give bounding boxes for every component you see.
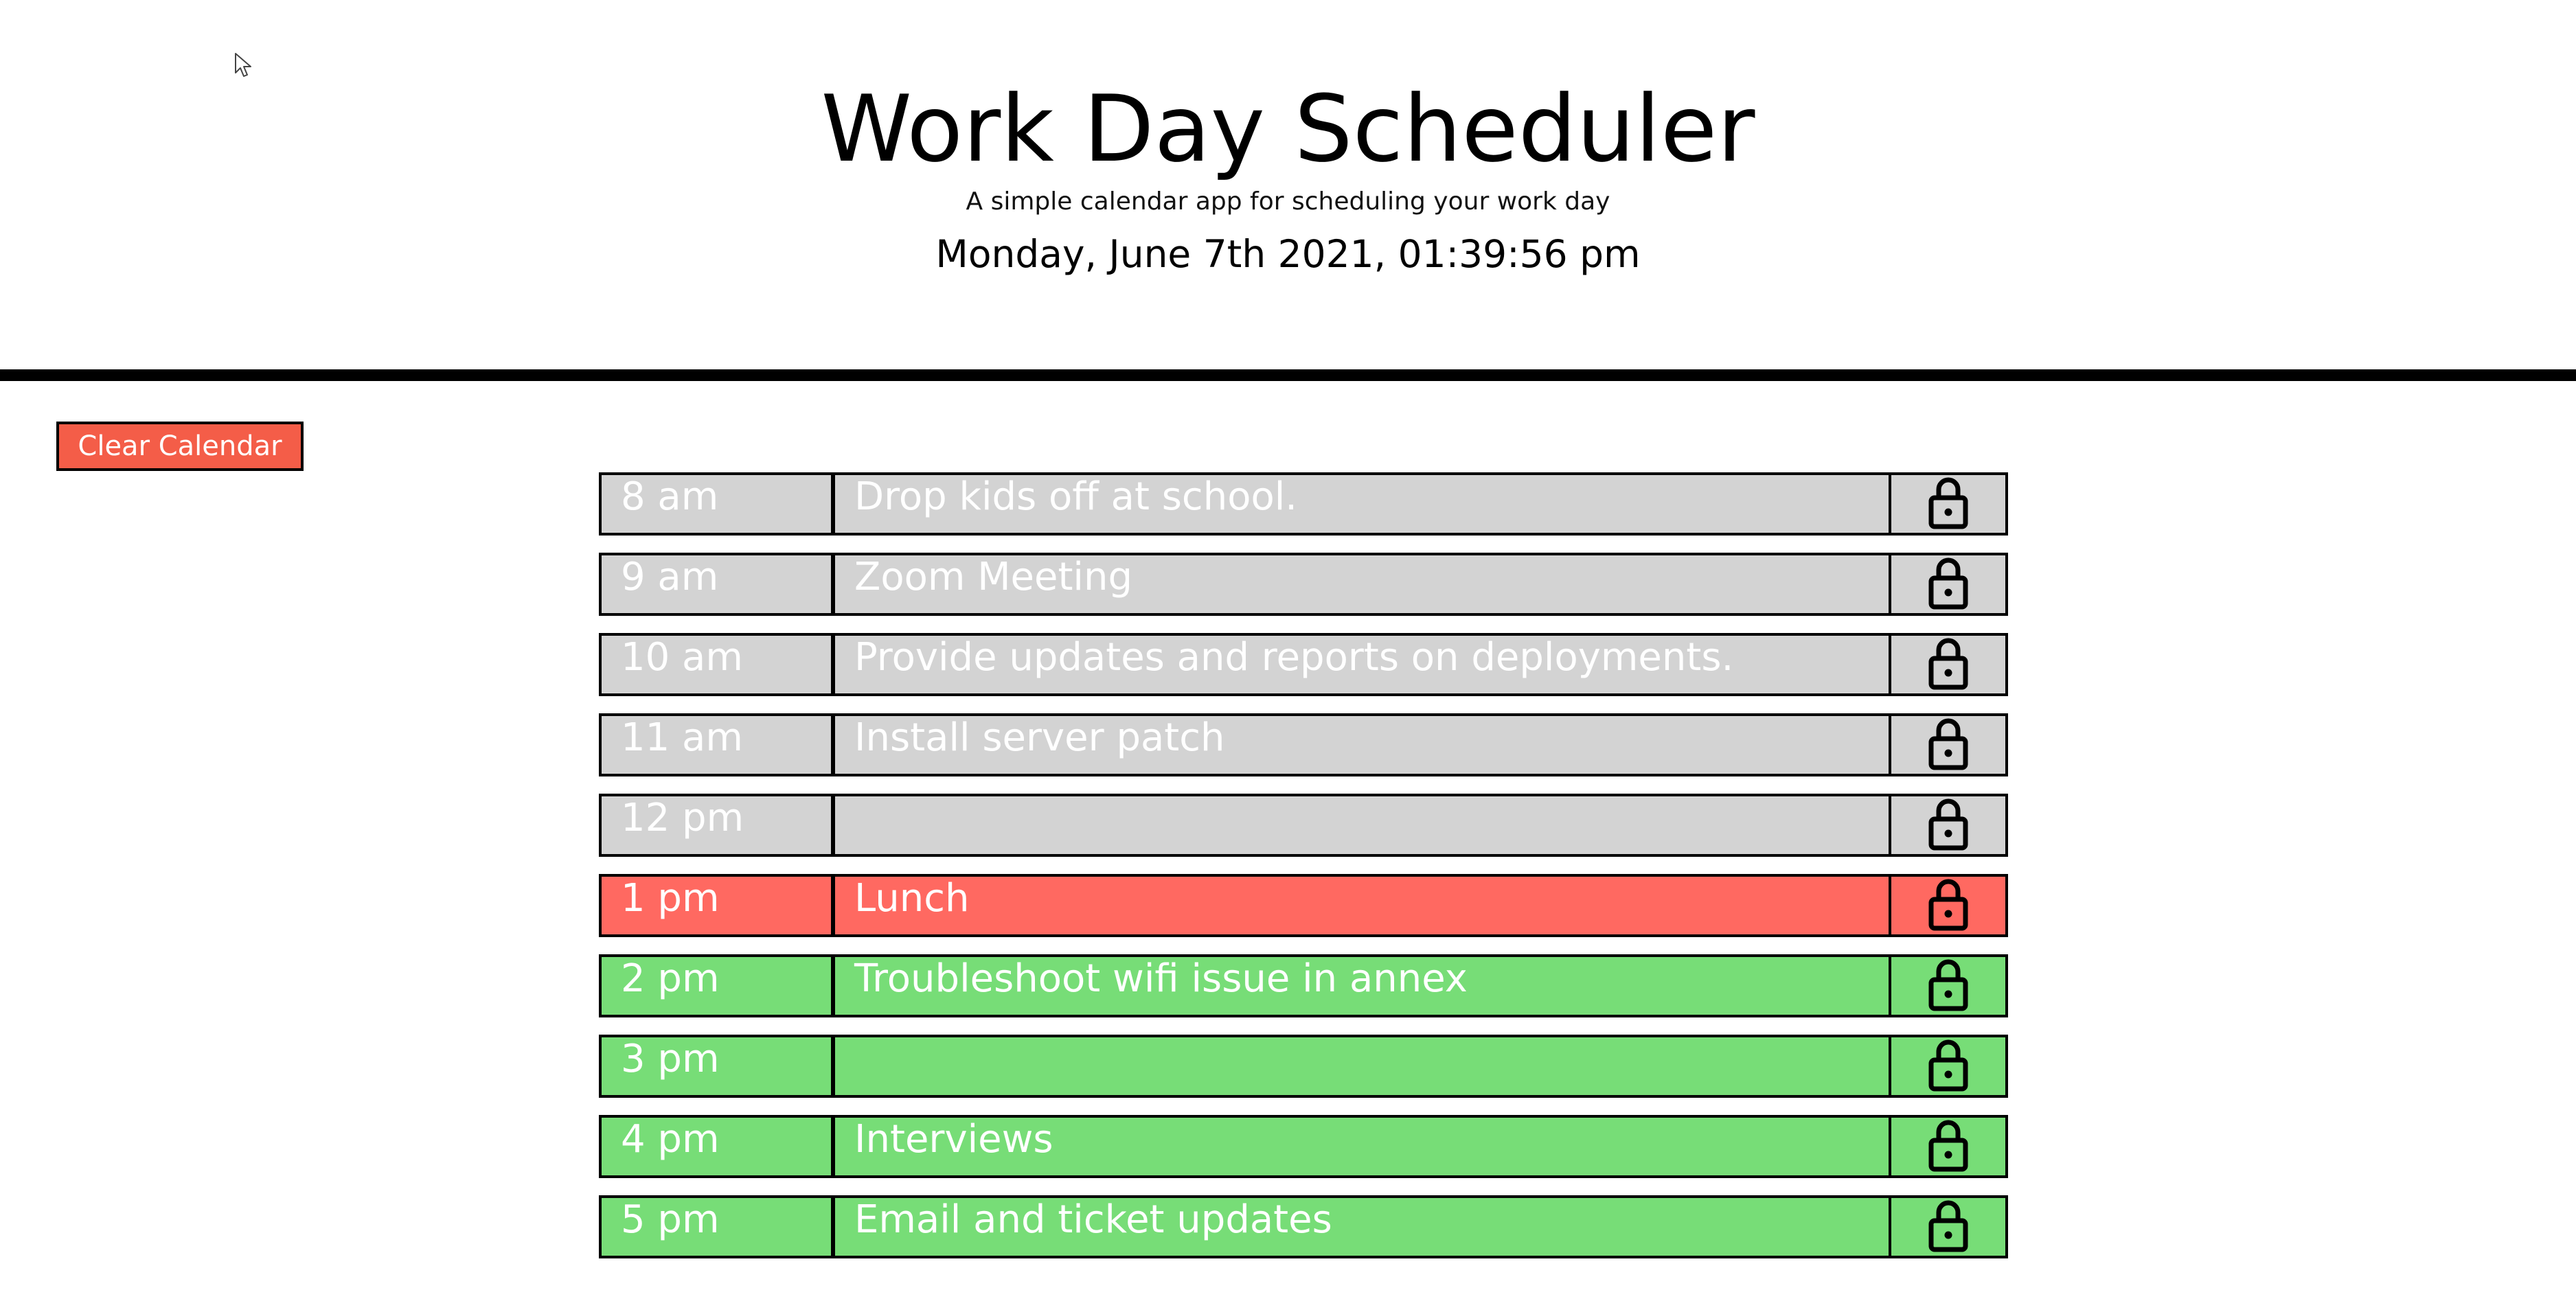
lock-icon bbox=[1927, 1118, 1970, 1175]
time-block-row: 1 pm Lunch bbox=[599, 874, 2008, 937]
time-block-row: 5 pm Email and ticket updates bbox=[599, 1195, 2008, 1258]
hour-label: 8 am bbox=[602, 475, 835, 533]
hour-label: 9 am bbox=[602, 555, 835, 613]
event-description-input[interactable]: Zoom Meeting bbox=[835, 555, 1891, 613]
save-button[interactable] bbox=[1891, 475, 2005, 533]
clear-calendar-button[interactable]: Clear Calendar bbox=[56, 422, 304, 471]
save-button[interactable] bbox=[1891, 877, 2005, 934]
time-block-row: 8 am Drop kids off at school. bbox=[599, 472, 2008, 536]
hour-label: 10 am bbox=[602, 636, 835, 693]
page: Work Day Scheduler A simple calendar app… bbox=[0, 0, 2576, 1301]
hour-label: 12 pm bbox=[602, 796, 835, 854]
save-button[interactable] bbox=[1891, 716, 2005, 774]
save-button[interactable] bbox=[1891, 1198, 2005, 1256]
event-description-input[interactable]: Provide updates and reports on deploymen… bbox=[835, 636, 1891, 693]
event-description-input[interactable]: Lunch bbox=[835, 877, 1891, 934]
event-description-input[interactable]: Install server patch bbox=[835, 716, 1891, 774]
time-block-row: 9 am Zoom Meeting bbox=[599, 553, 2008, 616]
lock-icon bbox=[1927, 1199, 1970, 1255]
save-button[interactable] bbox=[1891, 555, 2005, 613]
lock-icon bbox=[1927, 476, 1970, 532]
event-description-input[interactable]: Troubleshoot wifi issue in annex bbox=[835, 957, 1891, 1015]
hour-label: 5 pm bbox=[602, 1198, 835, 1256]
lock-icon bbox=[1927, 877, 1970, 934]
lock-icon bbox=[1927, 958, 1970, 1014]
page-title: Work Day Scheduler bbox=[821, 76, 1755, 183]
lock-icon bbox=[1927, 636, 1970, 693]
save-button[interactable] bbox=[1891, 1037, 2005, 1095]
hour-label: 11 am bbox=[602, 716, 835, 774]
event-description-input[interactable]: Email and ticket updates bbox=[835, 1198, 1891, 1256]
save-button[interactable] bbox=[1891, 636, 2005, 693]
lock-icon bbox=[1927, 1038, 1970, 1094]
event-description-input[interactable]: Interviews bbox=[835, 1118, 1891, 1175]
lock-icon bbox=[1927, 556, 1970, 612]
time-block-row: 10 am Provide updates and reports on depl… bbox=[599, 633, 2008, 696]
hour-label: 3 pm bbox=[602, 1037, 835, 1095]
save-button[interactable] bbox=[1891, 1118, 2005, 1175]
hour-label: 1 pm bbox=[602, 877, 835, 934]
header: Work Day Scheduler A simple calendar app… bbox=[0, 0, 2576, 371]
save-button[interactable] bbox=[1891, 957, 2005, 1015]
hour-label: 4 pm bbox=[602, 1118, 835, 1175]
page-subtitle: A simple calendar app for scheduling you… bbox=[966, 187, 1610, 216]
hour-label: 2 pm bbox=[602, 957, 835, 1015]
time-block-row: 2 pm Troubleshoot wifi issue in annex bbox=[599, 954, 2008, 1017]
event-description-input[interactable] bbox=[835, 796, 1891, 854]
lock-icon bbox=[1927, 797, 1970, 853]
event-description-input[interactable] bbox=[835, 1037, 1891, 1095]
lock-icon bbox=[1927, 717, 1970, 773]
time-block-row: 3 pm bbox=[599, 1035, 2008, 1098]
event-description-input[interactable]: Drop kids off at school. bbox=[835, 475, 1891, 533]
save-button[interactable] bbox=[1891, 796, 2005, 854]
time-block-row: 12 pm bbox=[599, 794, 2008, 857]
time-block-row: 11 am Install server patch bbox=[599, 713, 2008, 776]
time-block-row: 4 pm Interviews bbox=[599, 1115, 2008, 1178]
current-date-time: Monday, June 7th 2021, 01:39:56 pm bbox=[935, 232, 1641, 276]
schedule-container: 8 am Drop kids off at school. 9 am Zoom Mee… bbox=[599, 472, 2008, 1276]
header-divider bbox=[0, 369, 2576, 381]
